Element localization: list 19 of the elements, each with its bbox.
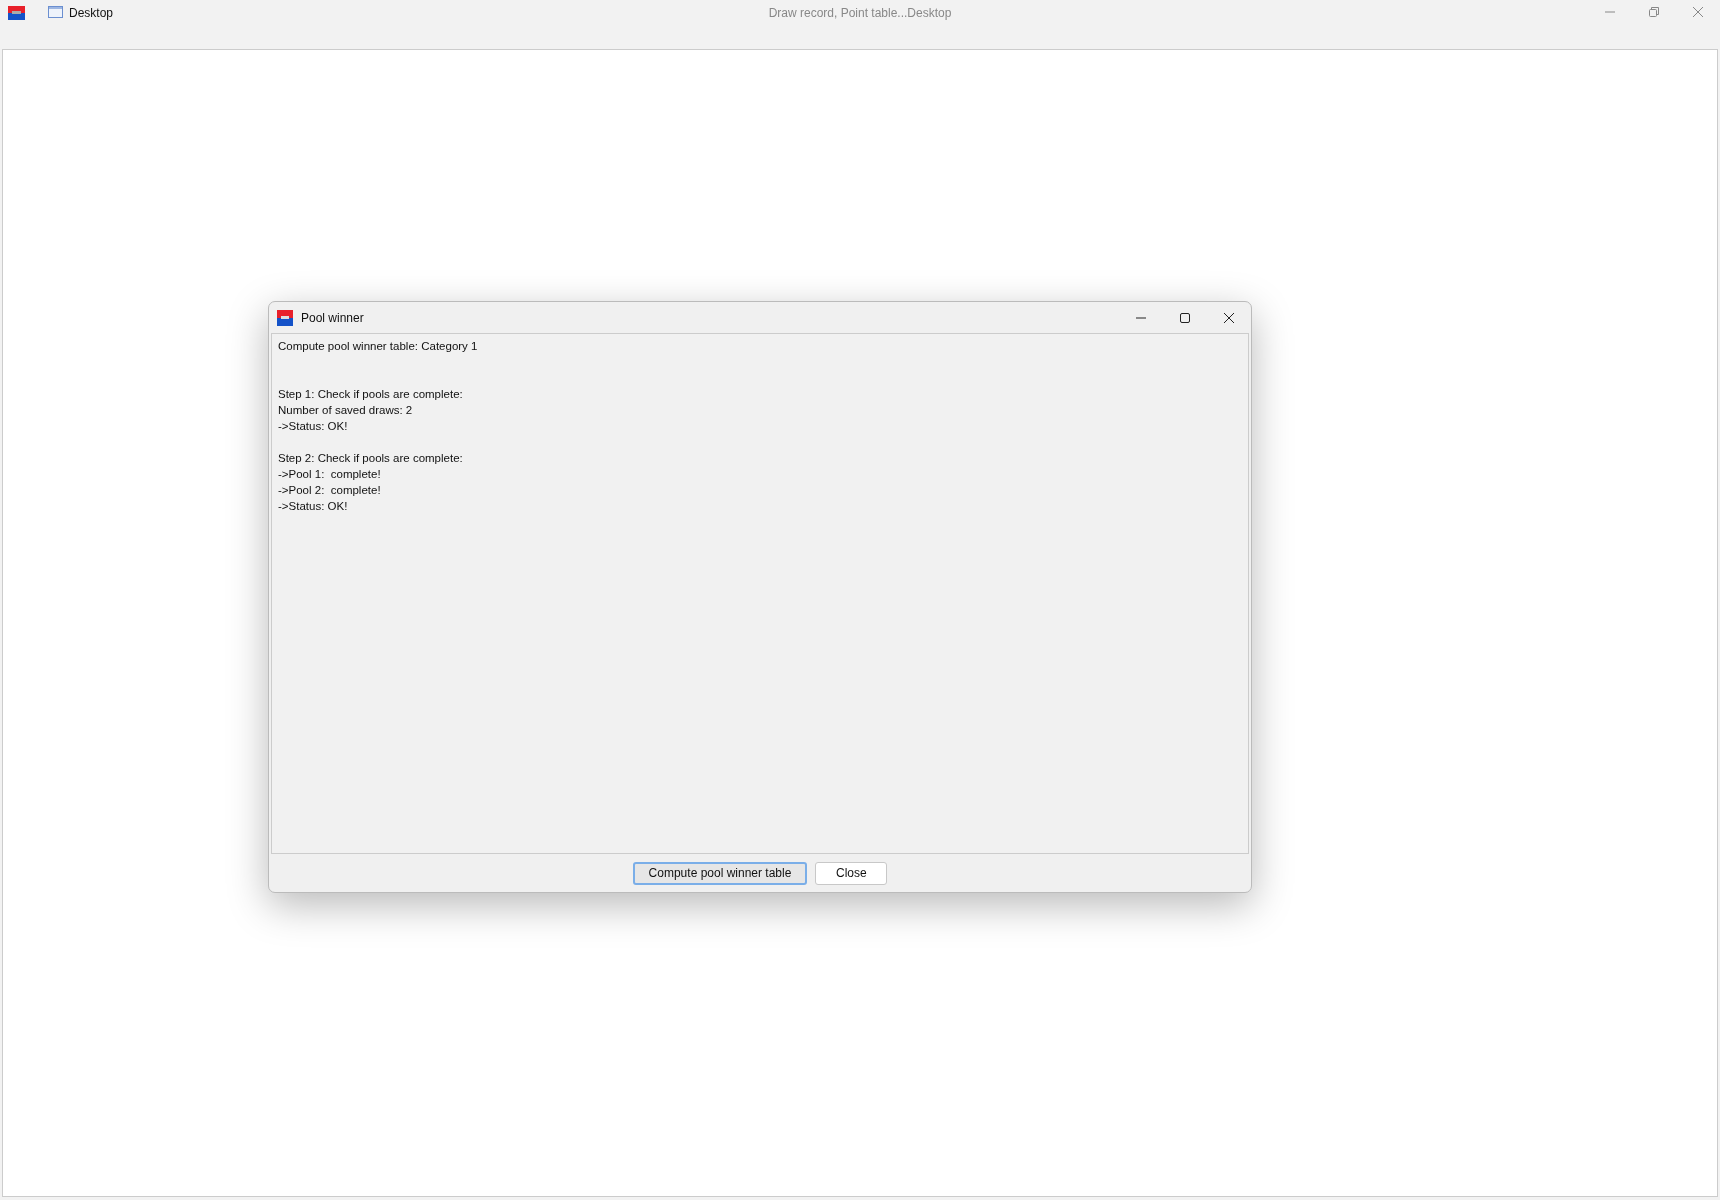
app-logo-icon: [8, 6, 25, 20]
log-line: ->Pool 1: complete!: [278, 467, 382, 482]
log-line: ->Pool 2: complete!: [278, 483, 382, 498]
window-title: Draw record, Point table...Desktop: [768, 6, 952, 20]
log-line: ->Status: OK!: [278, 499, 349, 514]
close-icon[interactable]: [1223, 312, 1235, 324]
log-line: Compute pool winner table: Category 1: [278, 339, 479, 354]
log-line: Step 2: Check if pools are complete:: [278, 451, 464, 466]
log-line: Step 1: Check if pools are complete:: [278, 387, 464, 402]
window-tab-label[interactable]: Desktop: [69, 6, 114, 20]
log-line: ->Status: OK!: [278, 419, 349, 434]
close-button[interactable]: Close: [815, 861, 888, 885]
maximize-icon[interactable]: [1179, 312, 1191, 324]
log-line: Number of saved draws: 2: [278, 403, 414, 418]
window-icon[interactable]: [48, 6, 63, 18]
compute-button[interactable]: Compute pool winner table: [632, 861, 808, 885]
app-logo-icon: [277, 309, 293, 326]
restore-icon[interactable]: [1648, 6, 1660, 18]
dialog-title: Pool winner: [301, 310, 364, 325]
